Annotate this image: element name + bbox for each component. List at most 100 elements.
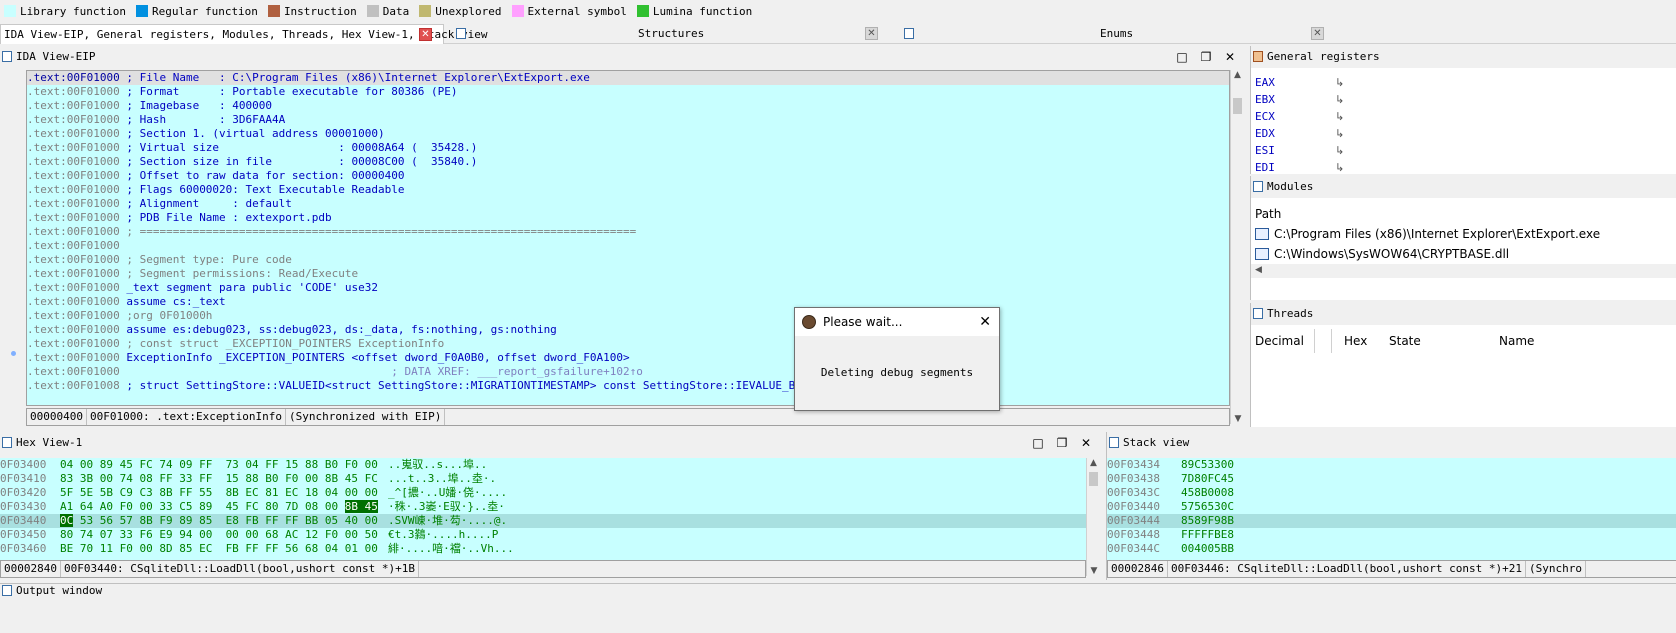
restore-icon[interactable]: ❐: [1050, 432, 1074, 454]
restore-icon[interactable]: ❐: [1194, 46, 1218, 68]
stack-address: 00F03434: [1107, 458, 1160, 471]
threads-col-hex[interactable]: Hex: [1331, 329, 1381, 353]
modules-hscrollbar[interactable]: ◀: [1251, 264, 1676, 278]
disasm-line[interactable]: .text:00F01000 _text segment para public…: [27, 281, 1229, 295]
hex-row[interactable]: 0F03410 83 3B 00 74 08 FF 33 FF 15 88 B0 …: [0, 472, 1086, 486]
hex-row[interactable]: 0F03400 04 00 89 45 FC 74 09 FF 73 04 FF …: [0, 458, 1086, 472]
disasm-address: .text:00F01000: [27, 155, 120, 168]
ida-disassembly[interactable]: .text:00F01000 ; File Name : C:\Program …: [26, 70, 1230, 406]
scroll-thumb[interactable]: [1233, 98, 1242, 114]
status-sync: (Synchronized with EIP): [286, 409, 446, 425]
scroll-down-icon[interactable]: ▼: [1231, 414, 1245, 424]
disasm-line[interactable]: .text:00F01000 ; =======================…: [27, 225, 1229, 239]
hex-view-scrollbar[interactable]: ▲ ▼: [1086, 458, 1100, 576]
modules-icon: [1253, 180, 1263, 192]
hex-row[interactable]: 0F03440 0C 53 56 57 8B F9 89 85 E8 FB FF …: [0, 514, 1086, 528]
scroll-thumb[interactable]: [1089, 472, 1098, 486]
stack-value: 89C53300: [1181, 458, 1234, 471]
threads-col-name[interactable]: Name: [1499, 329, 1534, 353]
disasm-line[interactable]: .text:00F01000: [27, 239, 1229, 253]
close-icon[interactable]: ✕: [1218, 46, 1242, 68]
disasm-line[interactable]: .text:00F01000 ; Format : Portable execu…: [27, 85, 1229, 99]
ida-view-scrollbar[interactable]: ▲ ▼: [1230, 70, 1244, 424]
register-row[interactable]: EAX ↳: [1251, 74, 1676, 91]
disasm-line[interactable]: .text:00F01000 ; Virtual size : 00008A64…: [27, 141, 1229, 155]
threads-titlebar: Threads: [1251, 303, 1676, 325]
disasm-line[interactable]: .text:00F01000 ; Hash : 3D6FAA4A: [27, 113, 1229, 127]
register-name: EAX: [1255, 76, 1275, 89]
legend-item: Unexplored: [419, 5, 502, 18]
disasm-address: .text:00F01000: [27, 239, 120, 252]
tab-structures-close-icon[interactable]: ✕: [865, 27, 878, 40]
module-row[interactable]: C:\Windows\SysWOW64\CRYPTBASE.dll: [1251, 244, 1676, 264]
close-icon[interactable]: ✕: [1074, 432, 1098, 454]
stack-row[interactable]: 00F03434 89C53300: [1107, 458, 1676, 472]
disasm-text: ; Flags 60000020: Text Executable Readab…: [119, 183, 405, 196]
stack-row[interactable]: 00F03448 FFFFFBE8: [1107, 528, 1676, 542]
maximize-icon[interactable]: □: [1026, 432, 1050, 454]
hex-row[interactable]: 0F03420 5F 5E 5B C9 C3 8B FF 55 8B EC 81 …: [0, 486, 1086, 500]
tab-structures[interactable]: Structures ✕: [450, 24, 886, 44]
disasm-line[interactable]: .text:00F01000 ExceptionInfo _EXCEPTION_…: [27, 351, 1229, 365]
jump-arrow-icon[interactable]: ↳: [1335, 108, 1344, 125]
hex-dump[interactable]: 0F03400 04 00 89 45 FC 74 09 FF 73 04 FF …: [0, 458, 1086, 560]
stack-row[interactable]: 00F03438 7D80FC45: [1107, 472, 1676, 486]
maximize-icon[interactable]: □: [1170, 46, 1194, 68]
stack-list[interactable]: 00F03434 89C53300 00F03438 7D80FC45 00F0343C…: [1107, 458, 1676, 560]
disasm-line[interactable]: .text:00F01000 ; Section size in file : …: [27, 155, 1229, 169]
modules-column-path[interactable]: Path: [1251, 204, 1676, 224]
register-row[interactable]: ESI ↳: [1251, 142, 1676, 159]
scroll-down-icon[interactable]: ▼: [1087, 566, 1101, 576]
hex-row[interactable]: 0F03430 A1 64 A0 F0 00 33 C5 89 45 FC 80 …: [0, 500, 1086, 514]
dialog-close-icon[interactable]: ✕: [979, 308, 991, 336]
disasm-line[interactable]: .text:00F01000 ; File Name : C:\Program …: [27, 71, 1229, 85]
register-name: EBX: [1255, 93, 1275, 106]
tab-bar: IDA View-EIP, General registers, Modules…: [0, 24, 1676, 44]
jump-arrow-icon[interactable]: ↳: [1335, 159, 1344, 176]
disasm-line[interactable]: .text:00F01000 ; DATA XREF: ___report_gs…: [27, 365, 1229, 379]
disasm-line[interactable]: .text:00F01000 ;org 0F01000h: [27, 309, 1229, 323]
disasm-line[interactable]: .text:00F01000 ; Alignment : default: [27, 197, 1229, 211]
disasm-line[interactable]: .text:00F01000 ; Offset to raw data for …: [27, 169, 1229, 183]
threads-col-decimal[interactable]: Decimal: [1255, 329, 1315, 353]
tab-main-close-icon[interactable]: ✕: [419, 28, 432, 41]
tab-main[interactable]: IDA View-EIP, General registers, Modules…: [0, 24, 487, 44]
disasm-line[interactable]: .text:00F01000 ; PDB File Name : extexpo…: [27, 211, 1229, 225]
hex-row[interactable]: 0F03460 BE 70 11 F0 00 8D 85 EC FB FF FF …: [0, 542, 1086, 556]
disasm-line[interactable]: .text:00F01000 assume es:debug023, ss:de…: [27, 323, 1229, 337]
output-titlebar: Output window: [0, 584, 1676, 598]
disasm-line[interactable]: .text:00F01000 ; Flags 60000020: Text Ex…: [27, 183, 1229, 197]
module-row[interactable]: C:\Program Files (x86)\Internet Explorer…: [1251, 224, 1676, 244]
scroll-up-icon[interactable]: ▲: [1087, 458, 1100, 468]
hex-row[interactable]: 0F03450 80 74 07 33 F6 E9 94 00 00 00 68 …: [0, 528, 1086, 542]
tab-enums[interactable]: Enums ✕: [898, 24, 1332, 44]
disasm-line[interactable]: .text:00F01000 assume cs:_text: [27, 295, 1229, 309]
stack-row[interactable]: 00F03444 8589F98B: [1107, 514, 1676, 528]
register-row[interactable]: ECX ↳: [1251, 108, 1676, 125]
stack-row[interactable]: 00F0343C 458B0008: [1107, 486, 1676, 500]
disasm-line[interactable]: .text:00F01000 ; Segment type: Pure code: [27, 253, 1229, 267]
stack-row[interactable]: 00F03440 5756530C: [1107, 500, 1676, 514]
register-row[interactable]: EDX ↳: [1251, 125, 1676, 142]
tab-enums-close-icon[interactable]: ✕: [1311, 27, 1324, 40]
disasm-line[interactable]: .text:00F01000 ; const struct _EXCEPTION…: [27, 337, 1229, 351]
jump-arrow-icon[interactable]: ↳: [1335, 142, 1344, 159]
jump-arrow-icon[interactable]: ↳: [1335, 125, 1344, 142]
stack-row[interactable]: 00F0344C 004005BB: [1107, 542, 1676, 556]
hex-view-statusbar: 00002840 00F03440: CSqliteDll::LoadDll(bo…: [0, 560, 1086, 578]
disasm-address: .text:00F01000: [27, 183, 120, 196]
stack-view-statusbar: 00002846 00F03446: CSqliteDll::LoadDll(bo…: [1107, 560, 1676, 578]
disasm-line[interactable]: .text:00F01008 ; struct SettingStore::VA…: [27, 379, 1229, 393]
disasm-line[interactable]: .text:00F01000 ; Section 1. (virtual add…: [27, 127, 1229, 141]
jump-arrow-icon[interactable]: ↳: [1335, 74, 1344, 91]
scroll-up-icon[interactable]: ▲: [1231, 70, 1244, 80]
disasm-line[interactable]: .text:00F01000 ; Segment permissions: Re…: [27, 267, 1229, 281]
disasm-line[interactable]: .text:00F01000 ; Imagebase : 400000: [27, 99, 1229, 113]
scroll-left-icon[interactable]: ◀: [1255, 265, 1262, 275]
hex-view-panel: Hex View-1 □ ❐ ✕ 0F03400 04 00 89 45 FC 74 …: [0, 432, 1102, 580]
threads-col-state[interactable]: State: [1389, 329, 1421, 353]
register-row[interactable]: EDI ↳: [1251, 159, 1676, 176]
stack-status-location: 00F03446: CSqliteDll::LoadDll(bool,ushor…: [1168, 561, 1526, 577]
jump-arrow-icon[interactable]: ↳: [1335, 91, 1344, 108]
register-row[interactable]: EBX ↳: [1251, 91, 1676, 108]
